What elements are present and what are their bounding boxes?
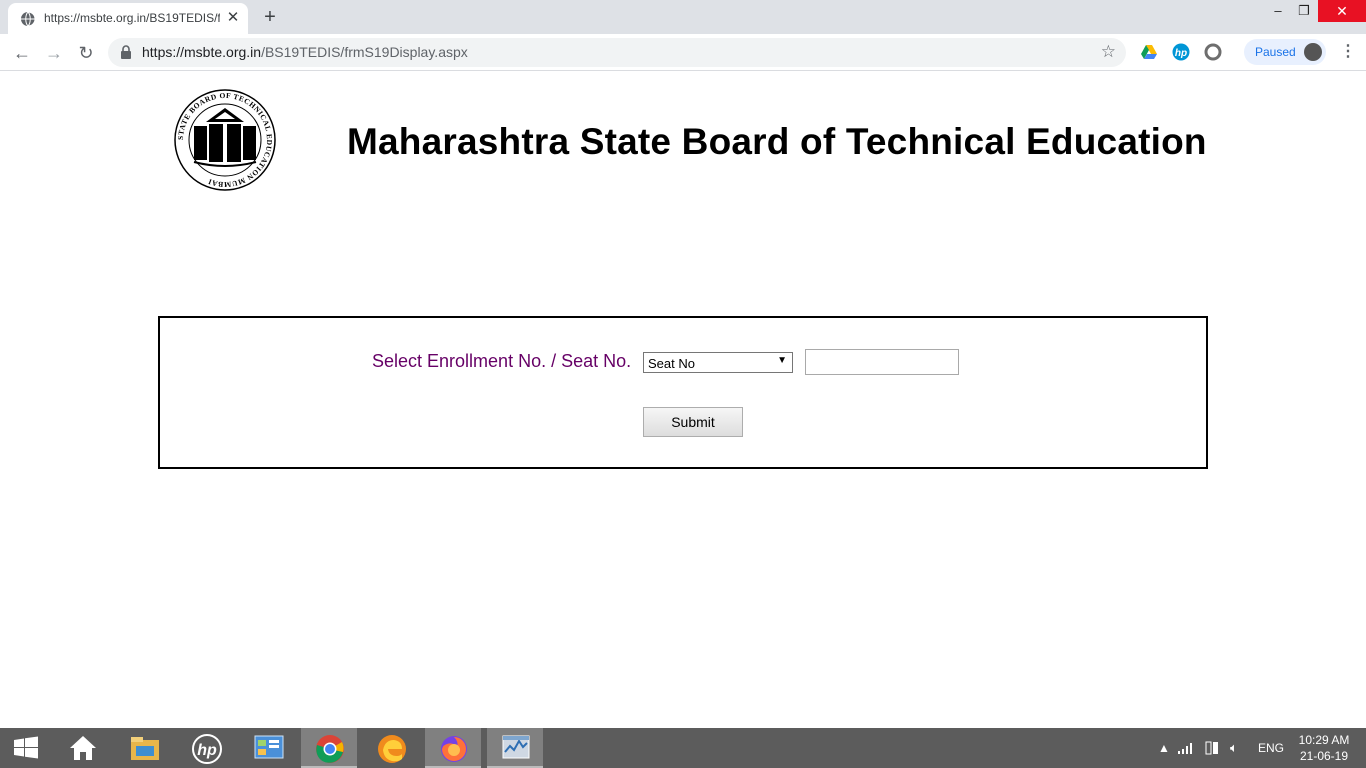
- avatar: [1304, 43, 1322, 61]
- firefox-icon[interactable]: [425, 728, 481, 768]
- file-explorer-icon[interactable]: [116, 728, 172, 768]
- chrome-icon[interactable]: [301, 728, 357, 768]
- browser-tab[interactable]: https://msbte.org.in/BS19TEDIS/f ✕: [8, 3, 248, 34]
- reload-icon[interactable]: ↻: [74, 41, 98, 65]
- home-icon[interactable]: [54, 728, 110, 768]
- page-title: Maharashtra State Board of Technical Edu…: [347, 121, 1207, 162]
- dropdown-arrow-icon: ▼: [777, 355, 787, 366]
- profile-status: Paused: [1255, 45, 1296, 59]
- language-indicator[interactable]: ENG: [1258, 728, 1284, 768]
- plus-icon[interactable]: +: [258, 6, 282, 28]
- battery-icon[interactable]: [1204, 740, 1220, 756]
- clock[interactable]: 10:29 AM 21-06-19: [1294, 732, 1354, 764]
- control-panel-icon[interactable]: [240, 728, 296, 768]
- address-bar[interactable]: https://msbte.org.in/BS19TEDIS/frmS19Dis…: [108, 38, 1126, 67]
- profile-paused-button[interactable]: Paused: [1244, 39, 1326, 65]
- taskbar: hp ▲ 🔈︎ ENG 10:29 AM 21-06-19: [0, 728, 1366, 768]
- show-hidden-icons-icon[interactable]: ▲: [1158, 728, 1170, 768]
- enrollment-type-select[interactable]: Seat No ▼: [643, 352, 793, 373]
- star-icon[interactable]: ☆: [1101, 42, 1116, 62]
- url-text: https://msbte.org.in/BS19TEDIS/frmS19Dis…: [142, 44, 468, 60]
- svg-text:hp: hp: [1175, 48, 1187, 59]
- search-form: Select Enrollment No. / Seat No. Seat No…: [158, 316, 1208, 469]
- url-path: /BS19TEDIS/frmS19Display.aspx: [261, 44, 468, 60]
- tab-title: https://msbte.org.in/BS19TEDIS/f: [44, 11, 220, 25]
- select-label: Select Enrollment No. / Seat No.: [372, 351, 632, 371]
- signal-icon[interactable]: [1178, 742, 1194, 754]
- hp-icon[interactable]: hp: [1172, 43, 1190, 61]
- extension-circle-icon[interactable]: [1204, 43, 1222, 61]
- google-drive-icon[interactable]: [1140, 43, 1158, 61]
- clock-date: 21-06-19: [1299, 749, 1349, 763]
- tab-strip: https://msbte.org.in/BS19TEDIS/f ✕ + – ❐…: [0, 0, 1366, 34]
- forward-icon[interactable]: →: [42, 41, 66, 65]
- restore-icon[interactable]: ❐: [1291, 0, 1317, 22]
- seat-number-input[interactable]: [805, 349, 959, 375]
- window-close-icon[interactable]: ✕: [1318, 0, 1366, 22]
- close-icon[interactable]: ✕: [224, 9, 242, 27]
- page-content: STATE BOARD OF TECHNICAL EDUCATION MUMBA…: [0, 71, 1366, 728]
- menu-icon[interactable]: ⋮: [1340, 42, 1356, 62]
- select-value: Seat No: [648, 356, 695, 371]
- back-icon[interactable]: ←: [10, 41, 34, 65]
- edge-icon[interactable]: [363, 728, 419, 768]
- globe-icon: [21, 11, 36, 27]
- lock-icon: [121, 45, 131, 59]
- url-host: https://msbte.org.in: [142, 44, 262, 60]
- submit-button[interactable]: Submit: [643, 407, 743, 437]
- clock-time: 10:29 AM: [1298, 733, 1350, 747]
- browser-toolbar: ← → ↻ https://msbte.org.in/BS19TEDIS/frm…: [0, 34, 1366, 71]
- task-manager-icon[interactable]: [487, 728, 543, 768]
- minimize-icon[interactable]: –: [1265, 0, 1291, 22]
- volume-icon[interactable]: 🔈︎: [1230, 728, 1238, 768]
- windows-start-icon[interactable]: [0, 728, 56, 768]
- hp-icon[interactable]: hp: [178, 728, 234, 768]
- svg-text:hp: hp: [197, 742, 217, 759]
- msbte-logo: STATE BOARD OF TECHNICAL EDUCATION MUMBA…: [174, 89, 276, 191]
